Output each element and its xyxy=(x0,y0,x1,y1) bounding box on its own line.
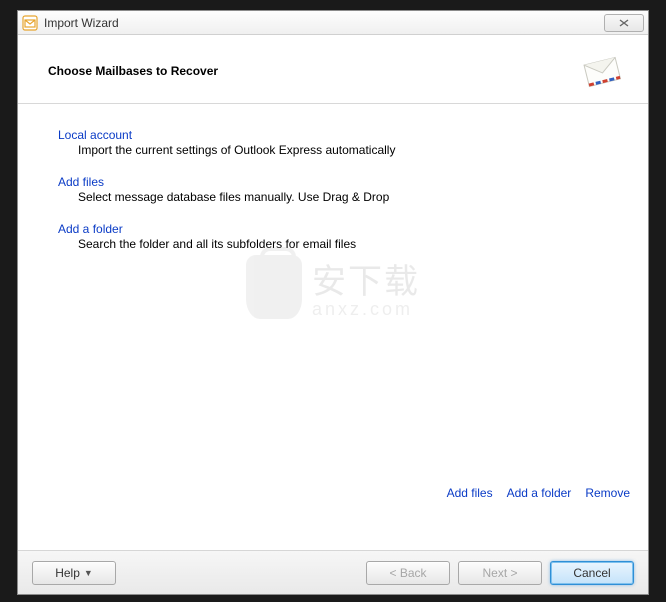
option-add-files: Add files Select message database files … xyxy=(58,175,618,204)
cancel-label: Cancel xyxy=(573,566,610,580)
action-links: Add files Add a folder Remove xyxy=(447,486,630,500)
envelope-icon xyxy=(580,53,624,89)
add-folder-link[interactable]: Add a folder xyxy=(58,222,123,236)
action-add-files[interactable]: Add files xyxy=(447,486,493,500)
action-add-folder[interactable]: Add a folder xyxy=(507,486,572,500)
back-button[interactable]: < Back xyxy=(366,561,450,585)
close-icon xyxy=(618,18,630,28)
help-button[interactable]: Help ▼ xyxy=(32,561,116,585)
action-remove[interactable]: Remove xyxy=(585,486,630,500)
cancel-button[interactable]: Cancel xyxy=(550,561,634,585)
back-label: < Back xyxy=(389,566,426,580)
add-files-link[interactable]: Add files xyxy=(58,175,104,189)
add-folder-desc: Search the folder and all its subfolders… xyxy=(58,237,618,251)
options-list: Local account Import the current setting… xyxy=(18,104,648,279)
titlebar: Import Wizard xyxy=(18,11,648,35)
add-files-desc: Select message database files manually. … xyxy=(58,190,618,204)
page-title: Choose Mailbases to Recover xyxy=(48,64,218,78)
close-button[interactable] xyxy=(604,14,644,32)
next-label: Next > xyxy=(482,566,517,580)
help-label: Help xyxy=(55,566,80,580)
import-wizard-window: Import Wizard Choose Mailbases to Recove… xyxy=(17,10,649,595)
chevron-down-icon: ▼ xyxy=(84,568,93,578)
watermark-latin: anxz.com xyxy=(312,299,420,320)
next-button[interactable]: Next > xyxy=(458,561,542,585)
local-account-link[interactable]: Local account xyxy=(58,128,132,142)
app-icon xyxy=(22,15,38,31)
local-account-desc: Import the current settings of Outlook E… xyxy=(58,143,618,157)
wizard-footer: Help ▼ < Back Next > Cancel xyxy=(18,550,648,594)
window-title: Import Wizard xyxy=(44,16,119,30)
content-area: Choose Mailbases to Recover xyxy=(18,35,648,550)
wizard-header: Choose Mailbases to Recover xyxy=(18,35,648,104)
option-add-folder: Add a folder Search the folder and all i… xyxy=(58,222,618,251)
option-local-account: Local account Import the current setting… xyxy=(58,128,618,157)
